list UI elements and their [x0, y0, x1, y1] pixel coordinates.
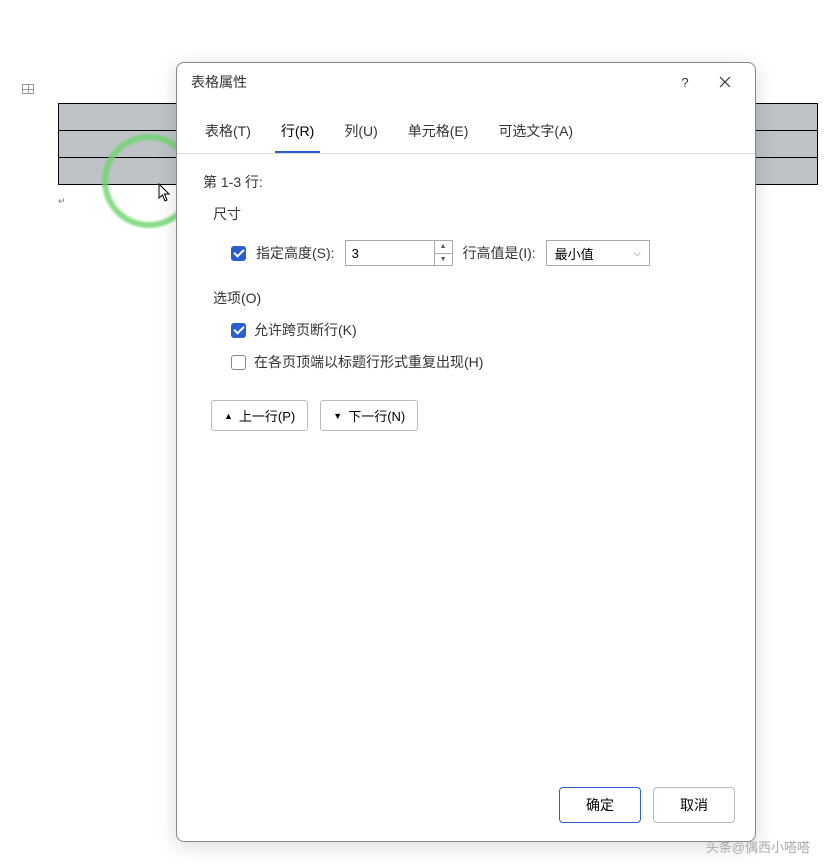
spinner-down[interactable]: ▼ — [435, 254, 452, 266]
height-input[interactable] — [346, 241, 434, 265]
next-row-button[interactable]: ▼ 下一行(N) — [320, 400, 418, 431]
specify-height-label: 指定高度(S): — [256, 243, 335, 263]
repeat-header-checkbox[interactable] — [231, 355, 246, 370]
tabs-bar: 表格(T) 行(R) 列(U) 单元格(E) 可选文字(A) — [177, 107, 755, 154]
dialog-footer: 确定 取消 — [177, 775, 755, 841]
row-nav-buttons: ▲ 上一行(P) ▼ 下一行(N) — [211, 400, 729, 431]
triangle-down-icon: ▼ — [333, 411, 342, 421]
close-icon — [719, 76, 731, 88]
options-section-label: 选项(O) — [213, 288, 729, 308]
row-height-type-select[interactable]: 最小值 ⌵ — [546, 240, 650, 266]
tab-cell[interactable]: 单元格(E) — [402, 115, 475, 153]
tab-column[interactable]: 列(U) — [338, 115, 383, 153]
prev-row-button[interactable]: ▲ 上一行(P) — [211, 400, 308, 431]
select-value: 最小值 — [555, 244, 594, 263]
chevron-down-icon: ⌵ — [634, 248, 641, 259]
tab-row[interactable]: 行(R) — [275, 115, 320, 153]
help-button[interactable]: ? — [665, 69, 705, 95]
paragraph-mark: ↵ — [58, 196, 66, 207]
height-row: 指定高度(S): ▲ ▼ 行高值是(I): 最小值 ⌵ — [231, 240, 729, 266]
cursor-icon — [158, 183, 174, 206]
dialog-titlebar: 表格属性 ? — [177, 63, 755, 107]
tab-alt-text[interactable]: 可选文字(A) — [492, 115, 579, 153]
triangle-up-icon: ▲ — [224, 411, 233, 421]
row-height-is-label: 行高值是(I): — [463, 243, 536, 263]
prev-row-label: 上一行(P) — [239, 406, 295, 425]
cancel-button[interactable]: 取消 — [653, 787, 735, 823]
dialog-title: 表格属性 — [191, 72, 665, 92]
tab-table[interactable]: 表格(T) — [199, 115, 257, 153]
height-spinner[interactable]: ▲ ▼ — [345, 240, 453, 266]
specify-height-checkbox[interactable] — [231, 246, 246, 261]
size-section-label: 尺寸 — [213, 204, 729, 224]
table-move-handle — [22, 84, 34, 94]
allow-break-label: 允许跨页断行(K) — [254, 320, 357, 340]
dialog-content: 第 1-3 行: 尺寸 指定高度(S): ▲ ▼ 行高值是(I): 最小值 ⌵ … — [177, 154, 755, 775]
allow-break-row: 允许跨页断行(K) — [231, 320, 729, 340]
spinner-buttons: ▲ ▼ — [434, 241, 452, 265]
allow-break-checkbox[interactable] — [231, 323, 246, 338]
close-button[interactable] — [705, 69, 745, 95]
table-properties-dialog: 表格属性 ? 表格(T) 行(R) 列(U) 单元格(E) 可选文字(A) 第 … — [176, 62, 756, 842]
next-row-label: 下一行(N) — [348, 406, 405, 425]
spinner-up[interactable]: ▲ — [435, 241, 452, 254]
repeat-header-row: 在各页顶端以标题行形式重复出现(H) — [231, 352, 729, 372]
watermark-text: 头条@偶西小嗒嗒 — [706, 837, 810, 856]
row-range-label: 第 1-3 行: — [203, 172, 729, 192]
repeat-header-label: 在各页顶端以标题行形式重复出现(H) — [254, 352, 483, 372]
ok-button[interactable]: 确定 — [559, 787, 641, 823]
